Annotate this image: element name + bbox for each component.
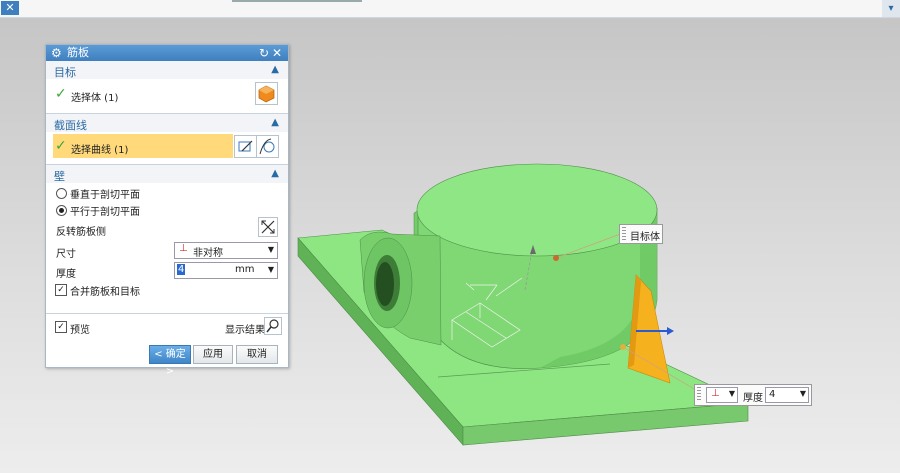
size-value: 非对称 bbox=[193, 248, 223, 259]
size-label: 尺寸 bbox=[56, 249, 76, 260]
section-target-label: 目标 bbox=[54, 66, 76, 79]
collapse-icon[interactable]: ▲ bbox=[271, 117, 279, 128]
close-icon[interactable]: ✕ bbox=[272, 46, 282, 60]
sketch-section-icon[interactable] bbox=[234, 135, 257, 158]
solid-body-icon[interactable] bbox=[255, 82, 278, 105]
show-result-label: 显示结果 bbox=[225, 325, 265, 336]
collapse-icon[interactable]: ▲ bbox=[271, 64, 279, 75]
section-wall-label: 壁 bbox=[54, 170, 65, 183]
thickness-handle[interactable]: ⊥ ▼ 厚度 4 ▼ bbox=[694, 384, 812, 406]
select-curve-label: 选择曲线 (1) bbox=[71, 145, 129, 156]
magnifier-icon[interactable] bbox=[264, 317, 282, 335]
combine-label: 合并筋板和目标 bbox=[70, 287, 140, 298]
rib-dialog: ⚙ 筋板 ↻ ✕ 目标 ▲ ✓ 选择体 (1) 截面线 ▲ ✓ 选择曲线 (1) bbox=[45, 44, 289, 377]
size-mode-dropdown[interactable]: ⊥ ▼ bbox=[706, 387, 738, 403]
section-line-label: 截面线 bbox=[54, 119, 87, 132]
grip-icon[interactable] bbox=[622, 227, 626, 240]
preview-checkbox[interactable]: ✓ bbox=[55, 321, 67, 333]
settings-gear-icon[interactable]: ⚙ bbox=[51, 46, 62, 60]
thickness-input[interactable]: 4 mm ▼ bbox=[174, 262, 278, 279]
section-wall[interactable]: 壁 ▲ bbox=[46, 164, 288, 183]
radio-perpendicular[interactable] bbox=[56, 188, 67, 199]
target-body-label: 目标体 bbox=[630, 232, 660, 243]
select-body-row[interactable]: ✓ 选择体 (1) bbox=[46, 79, 288, 109]
target-body-callout[interactable]: 目标体 bbox=[619, 224, 663, 244]
check-icon: ✓ bbox=[55, 138, 67, 154]
select-curve-row[interactable]: ✓ 选择曲线 (1) bbox=[46, 132, 288, 160]
grip-icon[interactable] bbox=[697, 387, 701, 400]
thickness-label: 厚度 bbox=[56, 269, 76, 280]
size-dropdown[interactable]: ⊥ 非对称 ▼ bbox=[174, 242, 278, 259]
preview-section: ✓ 预览 显示结果 < 确定 > 应用 取消 bbox=[46, 313, 288, 377]
asymmetric-icon: ⊥ bbox=[179, 243, 188, 254]
reset-icon[interactable]: ↻ bbox=[259, 46, 269, 60]
flip-direction-icon[interactable] bbox=[258, 217, 278, 237]
section-section-line[interactable]: 截面线 ▲ bbox=[46, 113, 288, 132]
section-target[interactable]: 目标 ▲ bbox=[46, 61, 288, 79]
wall-body: 垂直于剖切平面 平行于剖切平面 反转筋板侧 尺寸 ⊥ 非对称 ▼ 厚度 4 mm… bbox=[46, 183, 288, 333]
combine-checkbox[interactable]: ✓ bbox=[55, 284, 67, 296]
radio-perpendicular-label: 垂直于剖切平面 bbox=[70, 190, 140, 201]
collapse-icon[interactable]: ▲ bbox=[271, 168, 279, 179]
radio-parallel[interactable] bbox=[56, 205, 67, 216]
curve-icon[interactable] bbox=[256, 135, 279, 158]
chevron-down-icon: ▼ bbox=[799, 389, 806, 398]
apply-button[interactable]: 应用 bbox=[193, 345, 233, 364]
cancel-button[interactable]: 取消 bbox=[236, 345, 278, 364]
dialog-title: 筋板 bbox=[67, 46, 89, 59]
graphics-viewport[interactable]: ✕ ▾ 目标体 ⊥ ▼ 厚度 4 ▼ ⚙ 筋板 ↻ ✕ 目标 ▲ ✓ 选择体 (… bbox=[0, 0, 900, 473]
dialog-title-bar[interactable]: ⚙ 筋板 ↻ ✕ bbox=[46, 45, 288, 61]
thickness-value: 4 bbox=[177, 264, 186, 275]
asymmetric-icon: ⊥ bbox=[711, 388, 720, 399]
flip-rib-label: 反转筋板侧 bbox=[56, 227, 106, 238]
thickness-handle-input[interactable]: 4 ▼ bbox=[765, 387, 809, 403]
check-icon: ✓ bbox=[55, 86, 67, 102]
chevron-down-icon: ▼ bbox=[267, 245, 274, 254]
thickness-handle-label: 厚度 bbox=[743, 393, 763, 404]
chevron-down-icon: ▼ bbox=[728, 389, 735, 398]
thickness-handle-value: 4 bbox=[769, 389, 776, 400]
thickness-unit: mm bbox=[235, 264, 255, 275]
ok-button[interactable]: < 确定 > bbox=[149, 345, 191, 377]
chevron-down-icon: ▼ bbox=[267, 265, 274, 274]
radio-parallel-label: 平行于剖切平面 bbox=[70, 207, 140, 218]
select-body-label: 选择体 (1) bbox=[71, 93, 119, 104]
preview-label: 预览 bbox=[70, 325, 90, 336]
